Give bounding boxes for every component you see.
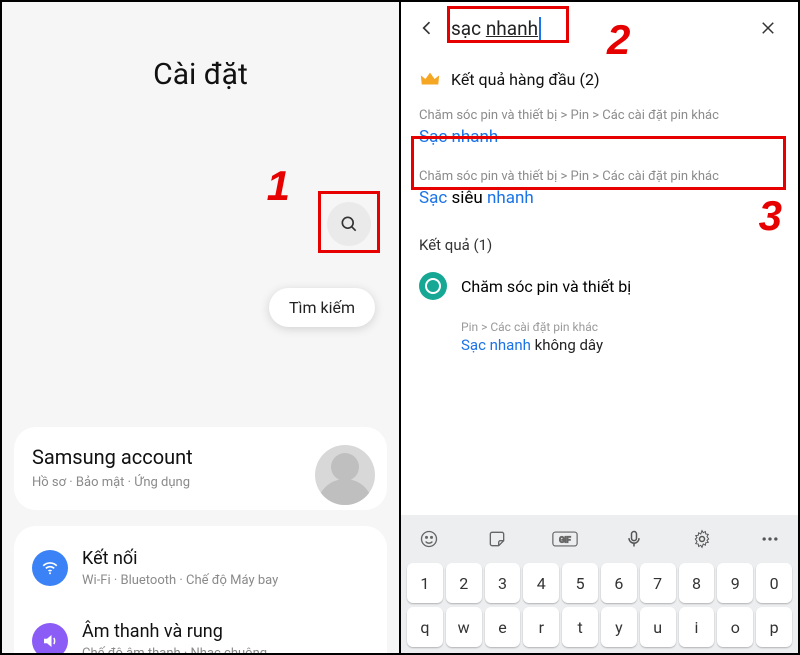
result-path: Chăm sóc pin và thiết bị > Pin > Các cài… (419, 169, 780, 184)
key-t[interactable]: t (562, 607, 598, 647)
keyboard-toolbar: GIF (405, 521, 794, 561)
key-w[interactable]: w (446, 607, 482, 647)
sticker-button[interactable] (483, 525, 511, 553)
top-results-header: Kết quả hàng đầu (2) (401, 50, 798, 98)
sound-icon (32, 623, 68, 653)
result-fast-charging[interactable]: Chăm sóc pin và thiết bị > Pin > Các cài… (401, 98, 798, 159)
gif-icon: GIF (552, 530, 578, 548)
result-wireless-fast-charging[interactable]: Pin > Các cài đặt pin khác Sạc nhanh khô… (401, 312, 798, 362)
key-e[interactable]: e (485, 607, 521, 647)
wifi-icon (32, 550, 68, 586)
key-u[interactable]: u (640, 607, 676, 647)
mic-icon (624, 529, 644, 549)
result-device-care[interactable]: Chăm sóc pin và thiết bị (401, 260, 798, 312)
key-y[interactable]: y (601, 607, 637, 647)
crown-icon (419, 68, 441, 90)
key-2[interactable]: 2 (446, 563, 482, 603)
key-o[interactable]: o (717, 607, 753, 647)
key-3[interactable]: 3 (485, 563, 521, 603)
avatar (315, 445, 375, 505)
key-1[interactable]: 1 (407, 563, 443, 603)
results-header: Kết quả (1) (401, 220, 798, 260)
row-sub: Chế độ âm thanh · Nhạc chuông (82, 646, 267, 653)
result-title: Sạc nhanh không dây (461, 336, 780, 354)
result-super-fast-charging[interactable]: Chăm sóc pin và thiết bị > Pin > Các cài… (401, 159, 798, 220)
key-p[interactable]: p (756, 607, 792, 647)
result-path: Pin > Các cài đặt pin khác (461, 320, 780, 334)
search-pane: sạc nhanh Kết quả hàng đầu (2) Chăm sóc … (401, 2, 798, 653)
gear-icon (692, 529, 712, 549)
mic-button[interactable] (620, 525, 648, 553)
gif-button[interactable]: GIF (551, 525, 579, 553)
key-r[interactable]: r (523, 607, 559, 647)
search-icon (339, 214, 359, 234)
result-title: Sạc siêu nhanh (419, 188, 780, 208)
row-title: Âm thanh và rung (82, 621, 267, 642)
svg-text:GIF: GIF (560, 535, 572, 544)
key-0[interactable]: 0 (756, 563, 792, 603)
key-7[interactable]: 7 (640, 563, 676, 603)
keyboard: GIF 1234567890 qwertyuiop (401, 515, 798, 653)
row-connections[interactable]: Kết nối Wi-Fi · Bluetooth · Chế độ Máy b… (32, 532, 369, 604)
result-path: Chăm sóc pin và thiết bị > Pin > Các cài… (419, 108, 780, 123)
key-q[interactable]: q (407, 607, 443, 647)
chevron-left-icon (417, 18, 437, 38)
key-i[interactable]: i (679, 607, 715, 647)
samsung-account-sub: Hồ sơ · Bảo mật · Ứng dụng (32, 475, 193, 490)
more-button[interactable] (756, 525, 784, 553)
search-input[interactable]: sạc nhanh (449, 13, 543, 44)
page-title: Cài đặt (2, 2, 399, 172)
settings-button[interactable] (688, 525, 716, 553)
device-care-label: Chăm sóc pin và thiết bị (461, 277, 631, 296)
key-5[interactable]: 5 (562, 563, 598, 603)
samsung-account-title: Samsung account (32, 445, 193, 469)
result-title: Sạc nhanh (419, 127, 498, 147)
close-icon (759, 19, 777, 37)
back-button[interactable] (411, 12, 443, 44)
key-6[interactable]: 6 (601, 563, 637, 603)
device-care-icon (419, 272, 447, 300)
settings-group-card: Kết nối Wi-Fi · Bluetooth · Chế độ Máy b… (14, 526, 387, 653)
emoji-button[interactable] (415, 525, 443, 553)
search-input-wrap[interactable]: sạc nhanh (449, 17, 746, 40)
search-button[interactable] (327, 202, 371, 246)
samsung-account-card[interactable]: Samsung account Hồ sơ · Bảo mật · Ứng dụ… (14, 427, 387, 510)
settings-pane: Cài đặt Tìm kiếm Samsung account Hồ sơ ·… (2, 2, 399, 653)
row-sound[interactable]: Âm thanh và rung Chế độ âm thanh · Nhạc … (32, 604, 369, 653)
key-8[interactable]: 8 (679, 563, 715, 603)
emoji-icon (419, 529, 439, 549)
row-title: Kết nối (82, 548, 278, 569)
key-4[interactable]: 4 (523, 563, 559, 603)
clear-search-button[interactable] (752, 12, 784, 44)
sticker-icon (487, 529, 507, 549)
search-header: sạc nhanh (401, 2, 798, 50)
search-tooltip: Tìm kiếm (269, 288, 375, 327)
key-9[interactable]: 9 (717, 563, 753, 603)
row-sub: Wi-Fi · Bluetooth · Chế độ Máy bay (82, 573, 278, 588)
more-icon (759, 529, 781, 549)
